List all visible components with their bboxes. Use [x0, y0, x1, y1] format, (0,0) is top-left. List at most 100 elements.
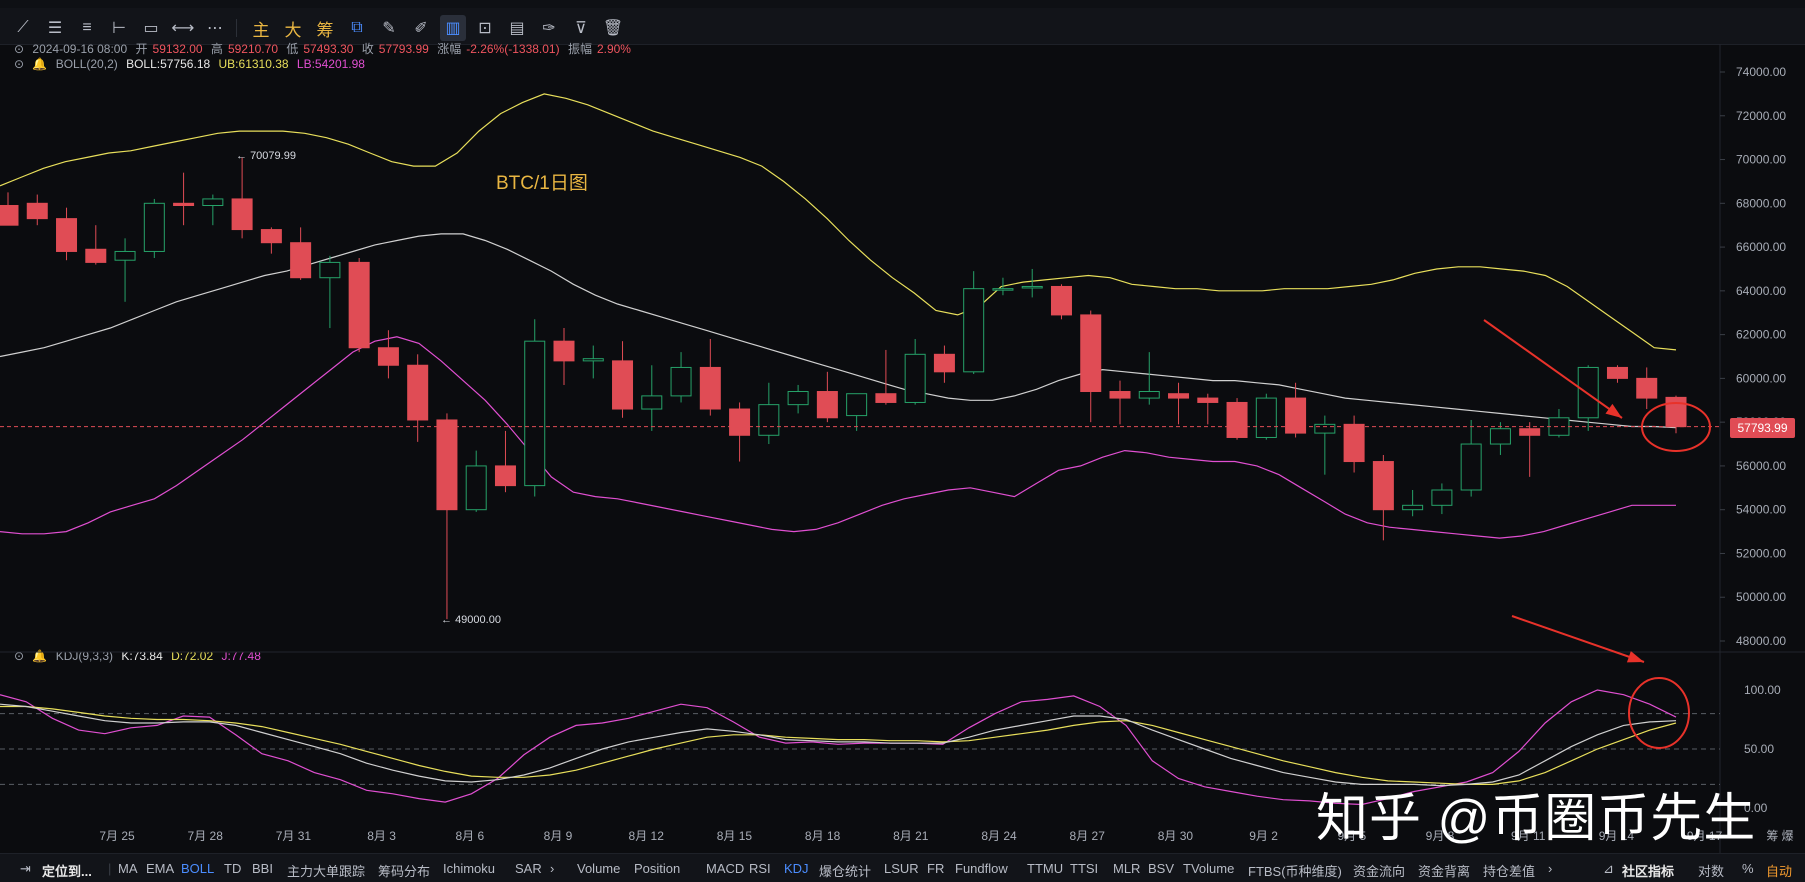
brush-icon[interactable]: ✐ [408, 15, 434, 41]
candle[interactable] [963, 271, 985, 375]
indicator-bbi[interactable]: BBI [252, 861, 273, 876]
magnet-icon[interactable]: ⧉ [344, 15, 370, 41]
indicator-kdj[interactable]: KDJ [784, 861, 809, 876]
indicator-boll[interactable]: BOLL [181, 861, 214, 876]
lock-icon[interactable]: ⊡ [472, 15, 498, 41]
candle[interactable] [319, 255, 341, 329]
candle[interactable] [612, 341, 634, 418]
percent-scale-toggle[interactable]: % [1742, 861, 1754, 876]
indicator-ma[interactable]: MA [118, 861, 138, 876]
candle[interactable] [1636, 367, 1658, 410]
candle[interactable] [85, 225, 107, 265]
candle[interactable] [875, 349, 897, 405]
indicator-tvolume[interactable]: TVolume [1183, 861, 1234, 876]
candle[interactable] [992, 277, 1014, 296]
candle[interactable] [114, 238, 136, 302]
candle[interactable] [231, 157, 253, 239]
candle[interactable] [173, 172, 195, 226]
indicator-volume[interactable]: Volume [577, 861, 620, 876]
draw-icon[interactable]: ✑ [536, 15, 562, 41]
community-icon[interactable]: ⊿ [1603, 861, 1614, 877]
candle[interactable] [1226, 398, 1248, 440]
chart-area[interactable]: 48000.00 50000.00 52000.00 54000.00 56000.00… [0, 44, 1805, 853]
candle[interactable] [1402, 489, 1424, 517]
indicator--15[interactable]: 爆仓统计 [819, 861, 871, 880]
community-indicators-button[interactable]: 社区指标 [1622, 861, 1674, 880]
candle[interactable] [816, 371, 838, 423]
indicator-sar[interactable]: SAR [515, 861, 542, 876]
indicator-mlr[interactable]: MLR [1113, 861, 1140, 876]
overlay-main-button[interactable]: 主 [248, 15, 274, 41]
candle[interactable] [1109, 380, 1131, 425]
candle[interactable] [260, 227, 282, 254]
indicator-macd[interactable]: MACD [706, 861, 744, 876]
log-scale-toggle[interactable]: 对数 [1698, 861, 1724, 880]
indicator-rsi[interactable]: RSI [749, 861, 771, 876]
candle[interactable] [1050, 284, 1072, 320]
candle[interactable] [1021, 268, 1043, 298]
rectangle-tool[interactable]: ▭ [138, 15, 164, 41]
candle[interactable] [202, 194, 224, 226]
locate-button[interactable]: 定位到... [42, 861, 92, 880]
candle[interactable] [1606, 365, 1628, 383]
candle[interactable] [1080, 310, 1102, 423]
auto-scale-toggle[interactable]: 自动 [1766, 861, 1792, 880]
candle[interactable] [26, 194, 48, 226]
candle[interactable] [1548, 409, 1570, 438]
candle[interactable] [670, 352, 692, 403]
horizontal-lines-tool[interactable]: ☰ [42, 15, 68, 41]
indicator-lsur[interactable]: LSUR [884, 861, 919, 876]
parallel-channel-tool[interactable]: ≡ [74, 15, 100, 41]
candle[interactable] [1138, 352, 1160, 405]
candle[interactable] [1255, 393, 1277, 440]
candle[interactable] [436, 413, 458, 620]
candle[interactable] [1168, 382, 1190, 425]
candle-style-icon[interactable]: ▥ [440, 15, 466, 41]
ruler-icon[interactable]: ✎ [376, 15, 402, 41]
indicators-next-button[interactable]: › [1548, 861, 1552, 876]
candle[interactable] [933, 345, 955, 383]
horizontal-ray-tool[interactable]: ⊢ [106, 15, 132, 41]
candle[interactable] [699, 338, 721, 416]
candle[interactable] [582, 345, 604, 379]
candle[interactable] [1431, 483, 1453, 515]
candle[interactable] [407, 354, 429, 442]
indicator--26[interactable]: 资金背离 [1418, 861, 1470, 880]
candle[interactable] [1285, 382, 1307, 438]
candle[interactable] [1460, 419, 1482, 497]
candle[interactable] [1314, 415, 1336, 475]
candle[interactable] [348, 258, 370, 353]
candle[interactable] [758, 382, 780, 445]
indicator-ttsi[interactable]: TTSI [1070, 861, 1098, 876]
trend-line-tool[interactable]: ⟋ [10, 15, 36, 41]
candle[interactable] [1519, 422, 1541, 477]
indicator-position[interactable]: Position [634, 861, 680, 876]
indicator-fr[interactable]: FR [927, 861, 944, 876]
candle[interactable] [143, 198, 165, 259]
candle[interactable] [846, 393, 868, 431]
indicator--25[interactable]: 资金流向 [1353, 861, 1405, 880]
candle[interactable] [787, 384, 809, 414]
indicator-ema[interactable]: EMA [146, 861, 174, 876]
candle[interactable] [290, 227, 312, 280]
candle[interactable] [524, 319, 546, 497]
indicator--27[interactable]: 持仓差值 [1483, 861, 1535, 880]
measure-tool[interactable]: ⟷ [170, 15, 196, 41]
trash-icon[interactable]: 🗑 [600, 15, 626, 41]
indicator--5[interactable]: 主力大单跟踪 [287, 861, 365, 880]
indicator-fundflow[interactable]: Fundflow [955, 861, 1008, 876]
candle[interactable] [494, 430, 516, 493]
candle[interactable] [1343, 415, 1365, 473]
indicator-td[interactable]: TD [224, 861, 241, 876]
more-tools[interactable]: ⋯ [202, 15, 228, 41]
indicator--6[interactable]: 筹码分布 [378, 861, 430, 880]
indicator-bsv[interactable]: BSV [1148, 861, 1174, 876]
candle[interactable] [553, 328, 575, 385]
candle[interactable] [0, 192, 19, 226]
indicator-ftbs[interactable]: FTBS(币种维度) [1248, 861, 1342, 880]
filter-icon[interactable]: ⊽ [568, 15, 594, 41]
candle[interactable] [729, 402, 751, 462]
notes-icon[interactable]: ▤ [504, 15, 530, 41]
candle[interactable] [641, 365, 663, 431]
indicator-ttmu[interactable]: TTMU [1027, 861, 1063, 876]
